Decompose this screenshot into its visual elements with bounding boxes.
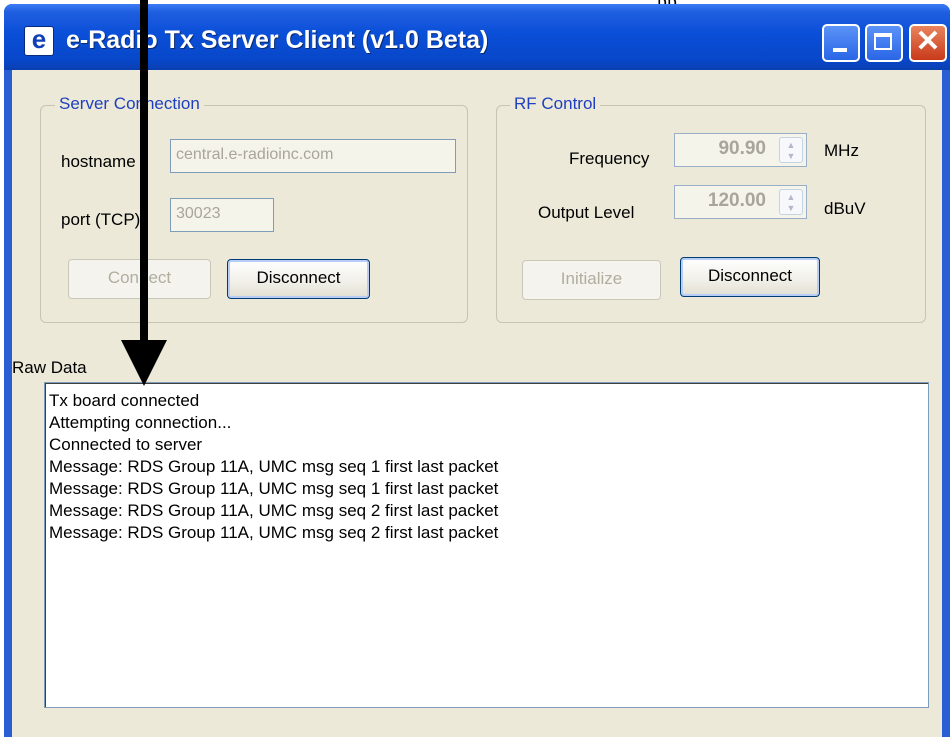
frequency-spin-arrows[interactable]: ▲ ▼ (779, 137, 803, 163)
spin-down-icon[interactable]: ▼ (780, 202, 802, 214)
hostname-label: hostname (61, 152, 136, 171)
raw-data-line: Message: RDS Group 11A, UMC msg seq 1 fi… (49, 479, 499, 498)
frequency-spinner[interactable]: 90.90 ▲ ▼ (674, 133, 807, 167)
initialize-button[interactable]: Initialize (522, 260, 661, 300)
output-spin-arrows[interactable]: ▲ ▼ (779, 189, 803, 215)
raw-data-textarea[interactable]: Tx board connected Attempting connection… (44, 382, 929, 708)
annotation-arrow-shaft (140, 0, 148, 345)
app-e-icon[interactable]: e (24, 26, 54, 56)
raw-data-line: Connected to server (49, 435, 203, 454)
output-level-value: 120.00 (707, 190, 766, 211)
raw-data-line: Attempting connection... (49, 413, 232, 432)
frequency-unit: MHz (824, 141, 859, 160)
client-area: Server Connection hostname central.e-rad… (12, 70, 942, 737)
raw-data-line: Tx board connected (49, 391, 200, 410)
output-level-spinner[interactable]: 120.00 ▲ ▼ (674, 185, 807, 219)
minimize-button[interactable] (822, 24, 860, 62)
rf-disconnect-button[interactable]: Disconnect (680, 257, 820, 297)
spin-down-icon[interactable]: ▼ (780, 150, 802, 162)
port-field[interactable]: 30023 (170, 198, 274, 232)
raw-data-label: Raw Data (12, 358, 87, 377)
server-connection-group: Server Connection hostname central.e-rad… (40, 94, 468, 323)
window-title: e-Radio Tx Server Client (v1.0 Beta) (66, 26, 489, 54)
annotation-arrow-icon (121, 340, 167, 386)
raw-data-line: Message: RDS Group 11A, UMC msg seq 1 fi… (49, 457, 499, 476)
output-level-label: Output Level (538, 203, 635, 222)
port-label: port (TCP) (61, 210, 141, 229)
frequency-label: Frequency (569, 149, 650, 168)
rf-control-group: RF Control Frequency 90.90 ▲ ▼ MHz Outpu… (496, 94, 926, 323)
output-level-unit: dBuV (824, 199, 866, 218)
maximize-button[interactable] (865, 24, 903, 62)
rf-control-legend: RF Control (510, 94, 601, 114)
close-icon: ✕ (915, 25, 941, 58)
close-button[interactable]: ✕ (909, 24, 947, 62)
server-disconnect-button[interactable]: Disconnect (227, 259, 370, 299)
server-connection-legend: Server Connection (55, 94, 204, 114)
raw-data-line: Message: RDS Group 11A, UMC msg seq 2 fi… (49, 523, 499, 542)
raw-data-line: Message: RDS Group 11A, UMC msg seq 2 fi… (49, 501, 499, 520)
hostname-field[interactable]: central.e-radioinc.com (170, 139, 456, 173)
frequency-value: 90.90 (718, 138, 766, 159)
